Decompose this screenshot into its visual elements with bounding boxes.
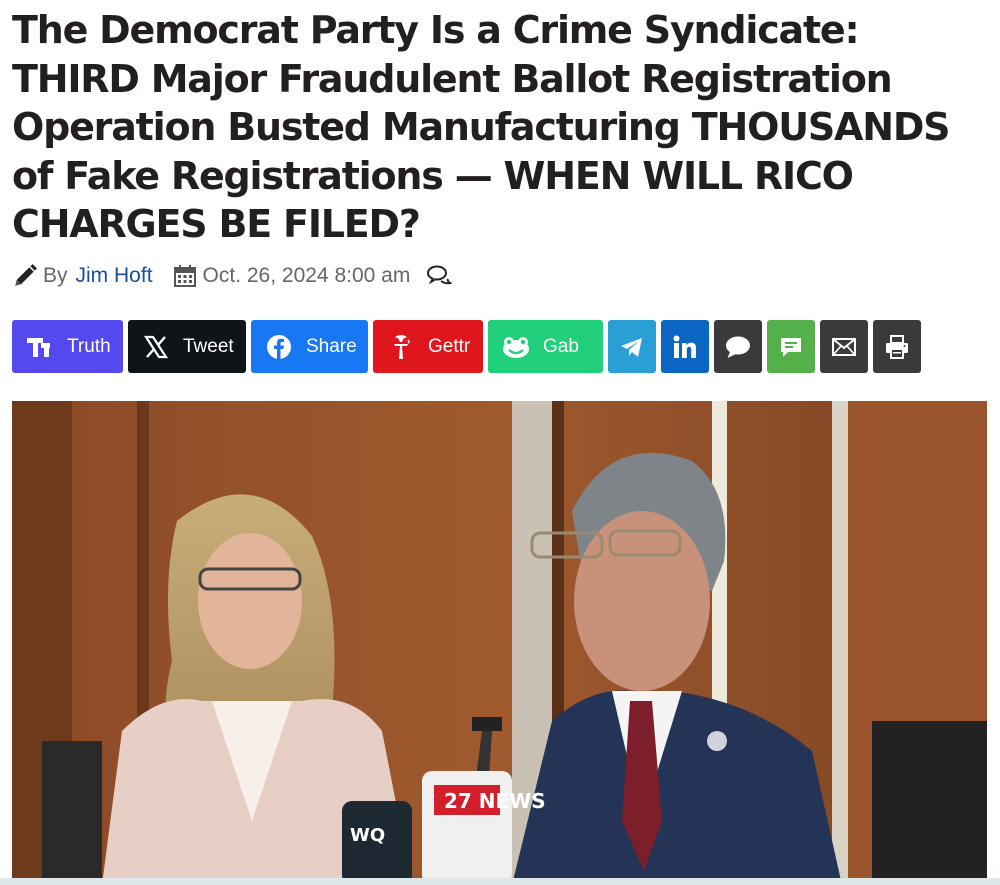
bottom-strip bbox=[0, 878, 1000, 885]
author-link[interactable]: Jim Hoft bbox=[76, 264, 153, 288]
email-icon bbox=[832, 337, 856, 356]
share-sms-button[interactable] bbox=[714, 320, 762, 373]
share-tweet-label: Tweet bbox=[183, 335, 234, 357]
gettr-icon bbox=[394, 334, 410, 359]
print-button[interactable] bbox=[873, 320, 921, 373]
article-meta: By Jim Hoft Oct. 26, 2024 8:00 am bbox=[12, 258, 912, 294]
press-conference-photo: 27 NEWS WQ bbox=[12, 401, 987, 885]
linkedin-icon bbox=[673, 335, 696, 358]
x-twitter-icon bbox=[143, 335, 169, 358]
share-gab-label: Gab bbox=[543, 335, 579, 357]
share-facebook-label: Share bbox=[306, 335, 357, 357]
article-title: The Democrat Party Is a Crime Syndicate:… bbox=[12, 8, 951, 246]
printer-icon bbox=[886, 334, 908, 359]
byline-label: By bbox=[43, 264, 68, 287]
share-email-button[interactable] bbox=[820, 320, 868, 373]
comments-icon[interactable] bbox=[426, 264, 453, 288]
telegram-icon bbox=[621, 337, 642, 357]
chat-bubble-icon bbox=[726, 336, 750, 358]
share-bar: Truth Tweet Share Gettr Gab bbox=[12, 320, 921, 373]
calendar-icon bbox=[173, 265, 196, 287]
share-tweet-button[interactable]: Tweet bbox=[128, 320, 246, 373]
share-linkedin-button[interactable] bbox=[661, 320, 709, 373]
share-truth-button[interactable]: Truth bbox=[12, 320, 123, 373]
share-gab-button[interactable]: Gab bbox=[488, 320, 603, 373]
share-gettr-label: Gettr bbox=[428, 335, 471, 357]
share-gettr-button[interactable]: Gettr bbox=[373, 320, 483, 373]
mic-flag-27news: 27 NEWS bbox=[444, 789, 546, 813]
truth-social-icon bbox=[27, 337, 50, 357]
share-message-button[interactable] bbox=[767, 320, 815, 373]
share-telegram-button[interactable] bbox=[608, 320, 656, 373]
article-hero-image: 27 NEWS WQ bbox=[12, 401, 987, 885]
message-icon bbox=[781, 337, 801, 357]
gab-frog-icon bbox=[503, 336, 529, 358]
pencil-icon bbox=[15, 264, 37, 286]
share-truth-label: Truth bbox=[67, 335, 111, 357]
share-facebook-button[interactable]: Share bbox=[251, 320, 368, 373]
mic-flag-wqow: WQ bbox=[350, 825, 385, 846]
publish-date: Oct. 26, 2024 8:00 am bbox=[202, 264, 411, 287]
facebook-icon bbox=[267, 334, 291, 359]
